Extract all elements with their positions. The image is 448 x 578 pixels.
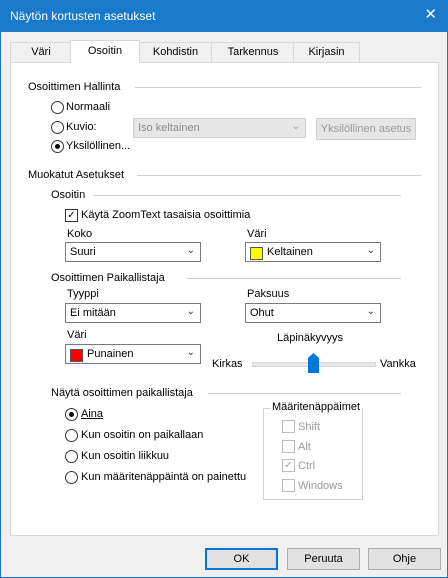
chevron-down-icon: ⌄	[186, 306, 195, 317]
radio-normal[interactable]	[51, 101, 64, 114]
locator-type-value: Ei mitään	[70, 307, 116, 319]
slider-thumb[interactable]	[308, 353, 319, 373]
tab-focus[interactable]: Tarkennus	[211, 42, 295, 62]
radio-always[interactable]	[65, 408, 78, 421]
radio-when-key-pressed-label: Kun määritenäppäintä on painettu	[81, 471, 247, 483]
use-zoomtext-label: Käytä ZoomText tasaisia osoittimia	[81, 209, 251, 221]
transparency-slider[interactable]	[252, 353, 376, 375]
show-locator-heading: Näytä osoittimen paikallistaja	[51, 387, 193, 399]
size-label: Koko	[67, 228, 93, 240]
locator-type-dropdown[interactable]: Ei mitään ⌄	[65, 303, 201, 323]
divider	[137, 175, 421, 176]
cancel-button[interactable]: Peruuta	[287, 548, 360, 570]
tab-color[interactable]: Väri	[10, 42, 72, 62]
chevron-down-icon: ⌄	[291, 121, 300, 132]
alt-checkbox[interactable]	[282, 440, 295, 453]
radio-scheme-label: Kuvio:	[66, 121, 97, 133]
locator-color-value: Punainen	[87, 348, 134, 360]
help-button[interactable]: Ohje	[368, 548, 441, 570]
chevron-down-icon: ⌄	[366, 245, 375, 256]
radio-always-label: Aina	[81, 408, 104, 420]
pointer-color-value: Keltainen	[267, 246, 313, 258]
scheme-dropdown[interactable]: Iso keltainen ⌄	[133, 118, 306, 138]
tab-strip: Väri Osoitin Kohdistin Tarkennus Kirjasi…	[10, 40, 438, 63]
thickness-dropdown[interactable]: Ohut ⌄	[245, 303, 381, 323]
custom-settings-heading: Muokatut Asetukset	[28, 169, 124, 181]
use-zoomtext-checkbox[interactable]: ✓	[65, 209, 78, 222]
transparency-min-label: Kirkas	[212, 358, 243, 370]
tab-pointer[interactable]: Osoitin	[70, 40, 140, 63]
custom-settings-button[interactable]: Yksilöllinen asetus	[316, 118, 416, 140]
radio-when-moving-label: Kun osoitin liikkuu	[81, 450, 170, 462]
close-icon[interactable]: ✕	[424, 6, 437, 24]
modifier-keys-heading: Määritenäppäimet	[270, 401, 363, 413]
ctrl-label: Ctrl	[298, 460, 316, 472]
radio-custom-label: Yksilöllinen...	[66, 140, 131, 152]
locator-color-dropdown[interactable]: Punainen ⌄	[65, 344, 201, 364]
radio-when-moving[interactable]	[65, 450, 78, 463]
chevron-down-icon: ⌄	[186, 245, 195, 256]
thickness-label: Paksuus	[247, 288, 290, 300]
pointer-control-heading: Osoittimen Hallinta	[28, 81, 121, 93]
ctrl-checkbox[interactable]: ✓	[282, 459, 295, 472]
transparency-label: Läpinäkyvyys	[277, 332, 344, 344]
radio-when-stationary[interactable]	[65, 429, 78, 442]
radio-custom[interactable]	[51, 140, 64, 153]
red-swatch	[70, 349, 83, 362]
alt-label: Alt	[298, 441, 311, 453]
ok-button[interactable]: OK	[205, 548, 278, 570]
radio-when-stationary-label: Kun osoitin on paikallaan	[81, 429, 204, 441]
tab-font[interactable]: Kirjasin	[293, 42, 360, 62]
windows-label: Windows	[298, 480, 343, 492]
divider	[93, 195, 401, 196]
shift-label: Shift	[298, 421, 321, 433]
chevron-down-icon: ⌄	[366, 306, 375, 317]
divider	[208, 393, 401, 394]
size-dropdown-value: Suuri	[70, 246, 96, 258]
window-title: Näytön kortusten asetukset	[10, 9, 156, 23]
transparency-max-label: Vankka	[380, 358, 416, 370]
radio-when-key-pressed[interactable]	[65, 471, 78, 484]
locator-type-label: Tyyppi	[67, 288, 99, 300]
shift-checkbox[interactable]	[282, 420, 295, 433]
chevron-down-icon: ⌄	[186, 347, 195, 358]
pointer-color-dropdown[interactable]: Keltainen ⌄	[245, 242, 381, 262]
radio-normal-label: Normaali	[66, 101, 111, 113]
windows-checkbox[interactable]	[282, 479, 295, 492]
title-bar: Näytön kortusten asetukset ✕	[1, 1, 447, 32]
scheme-dropdown-value: Iso keltainen	[138, 122, 200, 134]
dialog-window: Näytön kortusten asetukset ✕ Väri Osoiti…	[0, 0, 448, 578]
divider	[135, 87, 421, 88]
size-dropdown[interactable]: Suuri ⌄	[65, 242, 201, 262]
locator-color-label: Väri	[67, 329, 87, 341]
locator-group-heading: Osoittimen Paikallistaja	[51, 272, 165, 284]
thickness-value: Ohut	[250, 307, 274, 319]
pointer-color-label: Väri	[247, 228, 267, 240]
tab-cursor[interactable]: Kohdistin	[138, 42, 213, 62]
divider	[187, 278, 401, 279]
pointer-group-heading: Osoitin	[51, 189, 86, 201]
yellow-swatch	[250, 247, 263, 260]
pointer-tab-panel: Osoittimen Hallinta Normaali Kuvio: Yksi…	[10, 62, 439, 536]
radio-scheme[interactable]	[51, 121, 64, 134]
